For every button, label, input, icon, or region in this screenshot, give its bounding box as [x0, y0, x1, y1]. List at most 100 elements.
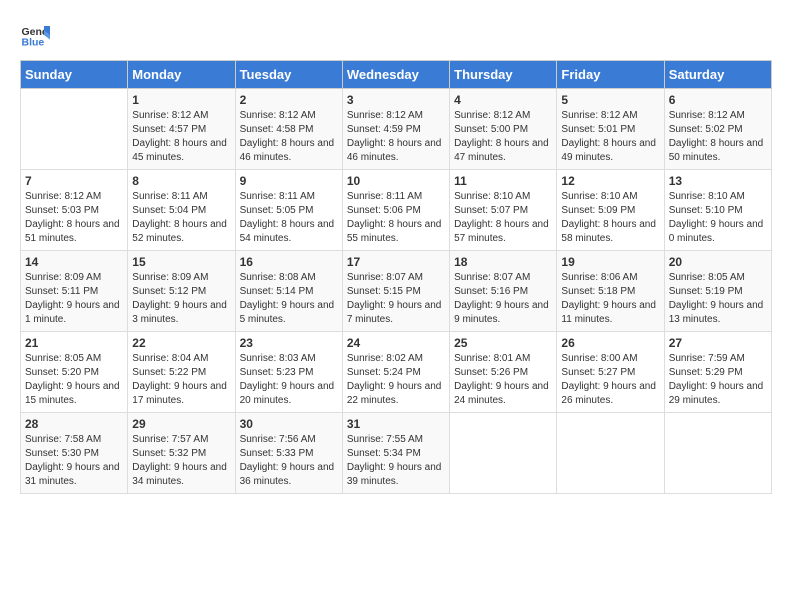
- day-number: 8: [132, 174, 230, 188]
- day-number: 17: [347, 255, 445, 269]
- day-info: Sunrise: 8:12 AMSunset: 4:57 PMDaylight:…: [132, 109, 230, 165]
- day-cell: 13Sunrise: 8:10 AMSunset: 5:10 PMDayligh…: [664, 170, 771, 251]
- day-cell: 8 Sunrise: 8:11 AMSunset: 5:04 PMDaylight…: [128, 170, 235, 251]
- day-number: 25: [454, 336, 552, 350]
- header-wednesday: Wednesday: [342, 61, 449, 89]
- day-info: Sunrise: 8:07 AMSunset: 5:16 PMDaylight:…: [454, 271, 552, 327]
- day-cell: 4 Sunrise: 8:12 AMSunset: 5:00 PMDaylight…: [450, 89, 557, 170]
- week-row-1: 1 Sunrise: 8:12 AMSunset: 4:57 PMDaylight…: [21, 89, 772, 170]
- day-number: 30: [240, 417, 338, 431]
- day-cell: 11 Sunrise: 8:10 AMSunset: 5:07 PMDayligh…: [450, 170, 557, 251]
- day-cell: 3Sunrise: 8:12 AMSunset: 4:59 PMDaylight…: [342, 89, 449, 170]
- day-number: 9: [240, 174, 338, 188]
- day-info: Sunrise: 7:55 AMSunset: 5:34 PMDaylight:…: [347, 433, 445, 489]
- day-cell: 29 Sunrise: 7:57 AMSunset: 5:32 PMDayligh…: [128, 413, 235, 494]
- day-info: Sunrise: 8:12 AMSunset: 5:00 PMDaylight:…: [454, 109, 552, 165]
- day-cell: 1 Sunrise: 8:12 AMSunset: 4:57 PMDaylight…: [128, 89, 235, 170]
- day-info: Sunrise: 8:09 AMSunset: 5:12 PMDaylight:…: [132, 271, 230, 327]
- day-number: 16: [240, 255, 338, 269]
- day-info: Sunrise: 7:57 AMSunset: 5:32 PMDaylight:…: [132, 433, 230, 489]
- day-info: Sunrise: 8:11 AMSunset: 5:04 PMDaylight:…: [132, 190, 230, 246]
- day-info: Sunrise: 8:01 AMSunset: 5:26 PMDaylight:…: [454, 352, 552, 408]
- day-cell: 6Sunrise: 8:12 AMSunset: 5:02 PMDaylight…: [664, 89, 771, 170]
- day-info: Sunrise: 8:11 AMSunset: 5:05 PMDaylight:…: [240, 190, 338, 246]
- day-number: 29: [132, 417, 230, 431]
- day-info: Sunrise: 7:58 AMSunset: 5:30 PMDaylight:…: [25, 433, 123, 489]
- day-cell: 31Sunrise: 7:55 AMSunset: 5:34 PMDayligh…: [342, 413, 449, 494]
- day-info: Sunrise: 8:05 AMSunset: 5:19 PMDaylight:…: [669, 271, 767, 327]
- day-number: 20: [669, 255, 767, 269]
- day-cell: 12 Sunrise: 8:10 AMSunset: 5:09 PMDayligh…: [557, 170, 664, 251]
- day-number: 12: [561, 174, 659, 188]
- day-number: 1: [132, 93, 230, 107]
- day-number: 14: [25, 255, 123, 269]
- day-cell: 27 Sunrise: 7:59 AMSunset: 5:29 PMDayligh…: [664, 332, 771, 413]
- header-friday: Friday: [557, 61, 664, 89]
- day-info: Sunrise: 7:59 AMSunset: 5:29 PMDaylight:…: [669, 352, 767, 408]
- day-cell: 24 Sunrise: 8:02 AMSunset: 5:24 PMDayligh…: [342, 332, 449, 413]
- header-sunday: Sunday: [21, 61, 128, 89]
- day-info: Sunrise: 8:12 AMSunset: 5:01 PMDaylight:…: [561, 109, 659, 165]
- day-cell: 21 Sunrise: 8:05 AMSunset: 5:20 PMDayligh…: [21, 332, 128, 413]
- day-info: Sunrise: 8:09 AMSunset: 5:11 PMDaylight:…: [25, 271, 123, 327]
- day-info: Sunrise: 8:10 AMSunset: 5:07 PMDaylight:…: [454, 190, 552, 246]
- day-number: 11: [454, 174, 552, 188]
- day-cell: 30 Sunrise: 7:56 AMSunset: 5:33 PMDayligh…: [235, 413, 342, 494]
- day-info: Sunrise: 8:00 AMSunset: 5:27 PMDaylight:…: [561, 352, 659, 408]
- day-number: 4: [454, 93, 552, 107]
- day-number: 2: [240, 93, 338, 107]
- calendar-table: SundayMondayTuesdayWednesdayThursdayFrid…: [20, 60, 772, 494]
- day-cell: 17 Sunrise: 8:07 AMSunset: 5:15 PMDayligh…: [342, 251, 449, 332]
- logo-icon: General Blue: [20, 20, 50, 50]
- day-cell: 18 Sunrise: 8:07 AMSunset: 5:16 PMDayligh…: [450, 251, 557, 332]
- day-number: 18: [454, 255, 552, 269]
- day-info: Sunrise: 8:11 AMSunset: 5:06 PMDaylight:…: [347, 190, 445, 246]
- day-number: 24: [347, 336, 445, 350]
- day-info: Sunrise: 8:12 AMSunset: 5:03 PMDaylight:…: [25, 190, 123, 246]
- day-number: 27: [669, 336, 767, 350]
- day-number: 26: [561, 336, 659, 350]
- day-number: 10: [347, 174, 445, 188]
- day-cell: 19Sunrise: 8:06 AMSunset: 5:18 PMDayligh…: [557, 251, 664, 332]
- day-info: Sunrise: 8:10 AMSunset: 5:09 PMDaylight:…: [561, 190, 659, 246]
- day-info: Sunrise: 8:05 AMSunset: 5:20 PMDaylight:…: [25, 352, 123, 408]
- day-cell: 14 Sunrise: 8:09 AMSunset: 5:11 PMDayligh…: [21, 251, 128, 332]
- day-number: 22: [132, 336, 230, 350]
- day-info: Sunrise: 8:04 AMSunset: 5:22 PMDaylight:…: [132, 352, 230, 408]
- day-cell: 10 Sunrise: 8:11 AMSunset: 5:06 PMDayligh…: [342, 170, 449, 251]
- day-number: 3: [347, 93, 445, 107]
- header-row: SundayMondayTuesdayWednesdayThursdayFrid…: [21, 61, 772, 89]
- day-cell: 23 Sunrise: 8:03 AMSunset: 5:23 PMDayligh…: [235, 332, 342, 413]
- page-header: General Blue: [20, 20, 772, 50]
- day-cell: 26 Sunrise: 8:00 AMSunset: 5:27 PMDayligh…: [557, 332, 664, 413]
- header-saturday: Saturday: [664, 61, 771, 89]
- header-thursday: Thursday: [450, 61, 557, 89]
- day-cell: 7 Sunrise: 8:12 AMSunset: 5:03 PMDaylight…: [21, 170, 128, 251]
- day-number: 6: [669, 93, 767, 107]
- day-cell: 2 Sunrise: 8:12 AMSunset: 4:58 PMDaylight…: [235, 89, 342, 170]
- day-cell: [557, 413, 664, 494]
- week-row-5: 28Sunrise: 7:58 AMSunset: 5:30 PMDayligh…: [21, 413, 772, 494]
- day-info: Sunrise: 8:08 AMSunset: 5:14 PMDaylight:…: [240, 271, 338, 327]
- day-cell: 20 Sunrise: 8:05 AMSunset: 5:19 PMDayligh…: [664, 251, 771, 332]
- header-monday: Monday: [128, 61, 235, 89]
- header-tuesday: Tuesday: [235, 61, 342, 89]
- day-number: 7: [25, 174, 123, 188]
- logo: General Blue: [20, 20, 50, 50]
- day-info: Sunrise: 8:12 AMSunset: 4:58 PMDaylight:…: [240, 109, 338, 165]
- week-row-3: 14 Sunrise: 8:09 AMSunset: 5:11 PMDayligh…: [21, 251, 772, 332]
- day-info: Sunrise: 8:10 AMSunset: 5:10 PMDaylight:…: [669, 190, 767, 246]
- day-info: Sunrise: 7:56 AMSunset: 5:33 PMDaylight:…: [240, 433, 338, 489]
- day-number: 21: [25, 336, 123, 350]
- day-info: Sunrise: 8:03 AMSunset: 5:23 PMDaylight:…: [240, 352, 338, 408]
- day-cell: 9 Sunrise: 8:11 AMSunset: 5:05 PMDaylight…: [235, 170, 342, 251]
- day-cell: [664, 413, 771, 494]
- day-cell: 25 Sunrise: 8:01 AMSunset: 5:26 PMDayligh…: [450, 332, 557, 413]
- day-info: Sunrise: 8:07 AMSunset: 5:15 PMDaylight:…: [347, 271, 445, 327]
- day-number: 23: [240, 336, 338, 350]
- day-number: 15: [132, 255, 230, 269]
- day-info: Sunrise: 8:02 AMSunset: 5:24 PMDaylight:…: [347, 352, 445, 408]
- day-cell: [450, 413, 557, 494]
- day-cell: 28Sunrise: 7:58 AMSunset: 5:30 PMDayligh…: [21, 413, 128, 494]
- day-cell: 22 Sunrise: 8:04 AMSunset: 5:22 PMDayligh…: [128, 332, 235, 413]
